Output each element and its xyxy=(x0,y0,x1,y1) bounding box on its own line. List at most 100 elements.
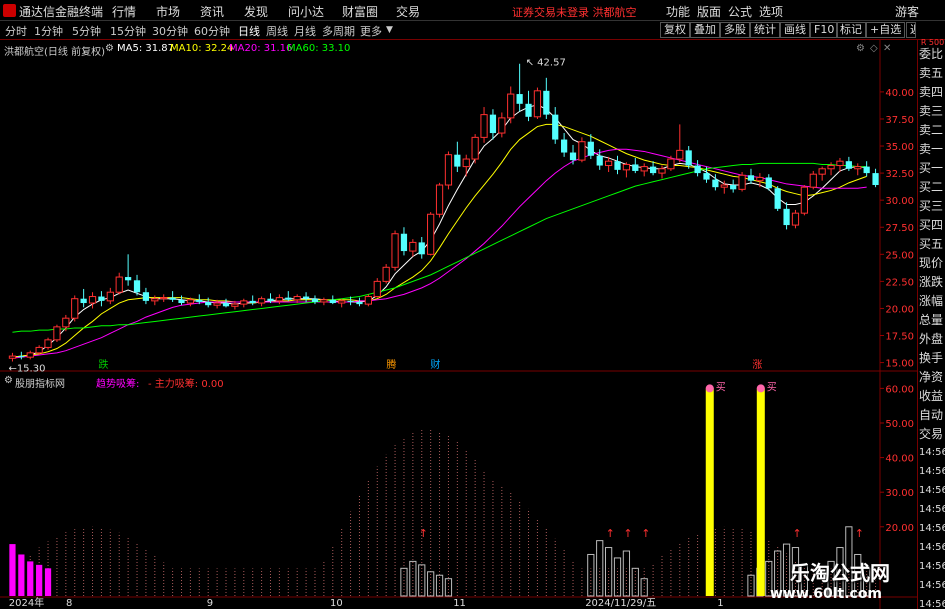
up-arrow-icon: ↑ xyxy=(419,527,428,540)
ma20-legend: MA20: 31.16 xyxy=(229,43,293,54)
add-watchlist-button[interactable]: +自选 xyxy=(866,22,906,38)
candle-body xyxy=(561,139,568,153)
quote-field: 买二 xyxy=(919,180,944,194)
menu-news[interactable]: 资讯 xyxy=(200,3,224,20)
candle-body xyxy=(231,303,239,307)
menu-ask[interactable]: 问小达 xyxy=(288,3,324,20)
period-5min[interactable]: 5分钟 xyxy=(72,23,101,39)
candle-body xyxy=(854,166,862,170)
menu-options[interactable]: 选项 xyxy=(759,3,783,20)
menu-function[interactable]: 功能 xyxy=(666,3,690,20)
overlay-button[interactable]: 叠加 xyxy=(690,22,720,38)
menu-discover[interactable]: 发现 xyxy=(244,3,268,20)
y-tick-label: 22.50 xyxy=(885,277,914,288)
candle-body xyxy=(444,154,453,186)
candle-body xyxy=(125,277,132,281)
y-tick-label: 35.00 xyxy=(885,142,914,153)
menu-wealth[interactable]: 财富圈 xyxy=(342,3,378,20)
candle-body xyxy=(632,164,639,171)
menu-formula[interactable]: 公式 xyxy=(728,3,752,20)
quote-field: 卖五 xyxy=(919,66,944,80)
candle-body xyxy=(863,166,870,174)
candle-body xyxy=(533,90,542,118)
quote-field: 换手 xyxy=(919,351,944,365)
period-60min[interactable]: 60分钟 xyxy=(194,23,230,39)
candle-body xyxy=(498,117,506,134)
up-arrow-icon: ↑ xyxy=(855,527,864,540)
settings-icon[interactable]: ⚙ xyxy=(105,43,114,54)
quote-field: 14:56 xyxy=(919,523,945,534)
candle-body xyxy=(578,141,586,161)
watermark-url: www.60lt.com xyxy=(770,586,883,602)
period-1min[interactable]: 1分钟 xyxy=(34,23,63,39)
period-multi[interactable]: 多周期 xyxy=(322,23,355,39)
draw-button[interactable]: 画线 xyxy=(780,22,810,38)
quote-field: 涨跌 xyxy=(919,275,944,289)
x-axis-label: 2024年 xyxy=(9,596,44,609)
candle-body xyxy=(347,300,354,302)
candle-body xyxy=(525,103,532,117)
period-monthly[interactable]: 月线 xyxy=(294,23,316,39)
ma10-legend: MA10: 32.24 xyxy=(170,43,234,54)
candle-body xyxy=(569,152,577,161)
up-arrow-icon: ↑ xyxy=(641,527,650,540)
up-arrow-icon: ↑ xyxy=(623,527,632,540)
f10-button[interactable]: F10 xyxy=(810,22,839,38)
quote-field: 现价 xyxy=(919,256,944,270)
candle-body xyxy=(827,165,835,170)
quote-field: 14:56 xyxy=(919,542,945,553)
stock-title: 洪都航空(日线 前复权) xyxy=(4,47,105,58)
candle-body xyxy=(169,297,176,300)
multi-stock-button[interactable]: 多股 xyxy=(720,22,750,38)
buy-signal-dot xyxy=(756,384,765,393)
up-arrow-icon: ↑ xyxy=(606,527,615,540)
period-daily[interactable]: 日线 xyxy=(238,23,260,39)
app-logo-icon xyxy=(3,4,16,17)
candle-body xyxy=(18,356,25,358)
quote-field: 卖四 xyxy=(919,85,944,99)
candle-body xyxy=(88,296,97,304)
period-30min[interactable]: 30分钟 xyxy=(152,23,188,39)
period-more[interactable]: 更多 xyxy=(360,23,382,39)
x-axis-label: 9 xyxy=(207,598,213,609)
menu-markets[interactable]: 市场 xyxy=(156,3,180,20)
settings-icon-indicator[interactable]: ⚙ xyxy=(4,375,13,386)
buy-signal-label: 买 xyxy=(767,381,777,393)
menu-layout[interactable]: 版面 xyxy=(697,3,721,20)
close-icon[interactable]: ✕ xyxy=(883,43,891,54)
candle-body xyxy=(604,160,613,167)
stats-button[interactable]: 统计 xyxy=(750,22,780,38)
settings-icon-right[interactable]: ⚙ xyxy=(856,43,865,54)
buy-signal-bar xyxy=(756,388,765,596)
mark-button[interactable]: 标记 xyxy=(836,22,866,38)
trend-bar xyxy=(36,564,43,596)
candle-body xyxy=(507,93,515,119)
period-timeshare[interactable]: 分时 xyxy=(5,23,27,39)
candle-body xyxy=(35,346,43,354)
menu-market[interactable]: 行情 xyxy=(112,3,136,20)
price-chart[interactable]: 15.00 17.50 20.00 22.50 25.00 27.50 30.00 32.50… xyxy=(0,40,917,609)
quote-field: 买五 xyxy=(919,237,944,251)
trend-bar xyxy=(18,554,25,596)
period-15min[interactable]: 15分钟 xyxy=(110,23,146,39)
y-tick-label: 37.50 xyxy=(885,115,914,126)
period-weekly[interactable]: 周线 xyxy=(266,23,288,39)
menu-trade[interactable]: 交易 xyxy=(396,3,420,20)
candle-body xyxy=(800,186,808,214)
quote-field: 买四 xyxy=(919,218,944,232)
candle-body xyxy=(364,296,372,305)
candle-body xyxy=(142,292,150,301)
candle-body xyxy=(480,114,488,138)
menu-guest[interactable]: 游客 xyxy=(895,3,919,20)
quote-field: 14:56 xyxy=(919,466,945,477)
collapse-icon[interactable]: ◇ xyxy=(870,43,878,54)
candle-body xyxy=(676,149,684,160)
candle-body xyxy=(196,299,203,302)
back-button[interactable]: 返回 xyxy=(906,22,916,38)
up-arrow-icon: ↑ xyxy=(792,527,801,540)
adjust-button[interactable]: 复权 xyxy=(660,22,690,38)
candle-body xyxy=(257,298,266,304)
candle-body xyxy=(8,355,17,359)
chevron-down-icon[interactable]: ▼ xyxy=(386,25,393,35)
candle-body xyxy=(311,298,319,302)
